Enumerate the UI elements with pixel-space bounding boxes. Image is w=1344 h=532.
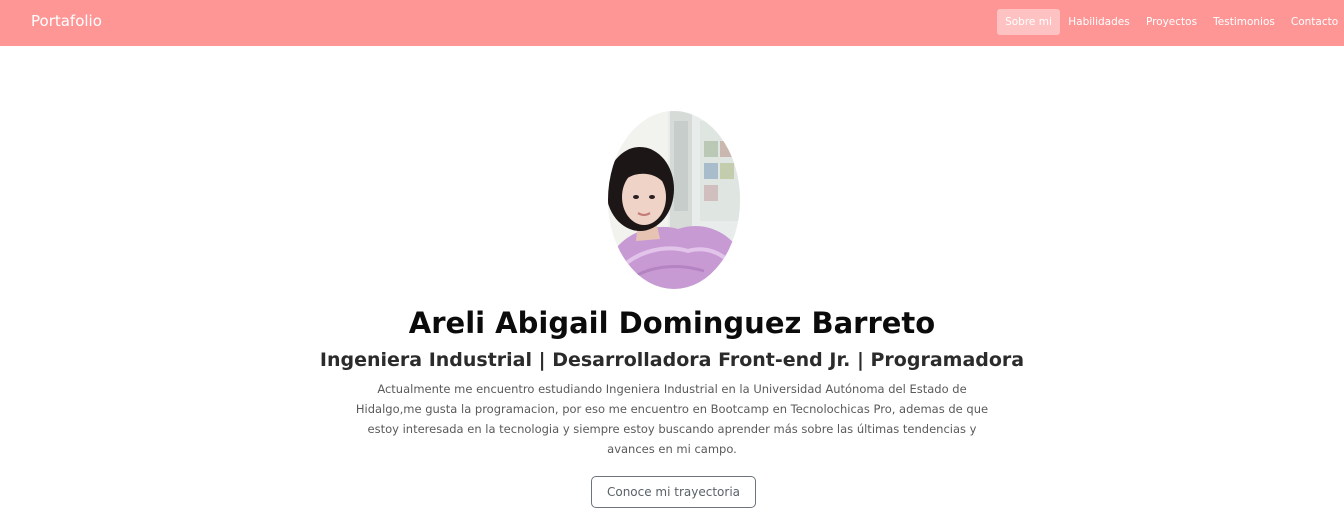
profile-name: Areli Abigail Dominguez Barreto (408, 306, 936, 340)
bio-line: Hidalgo,me gusta la programacion, por es… (355, 402, 989, 416)
profile-subtitle: Ingeniera Industrial | Desarrolladora Fr… (319, 349, 1025, 371)
nav-item-contacto[interactable]: Contacto (1287, 9, 1342, 35)
nav-item-testimonios[interactable]: Testimonios (1209, 9, 1279, 35)
nav-item-proyectos[interactable]: Proyectos (1142, 9, 1201, 35)
bio-line: Actualmente me encuentro estudiando Inge… (377, 382, 967, 396)
trajectory-button[interactable]: Conoce mi trayectoria (591, 476, 756, 508)
profile-photo (608, 111, 740, 289)
nav-item-habilidades[interactable]: Habilidades (1064, 9, 1134, 35)
profile-bio: Actualmente me encuentro estudiando Inge… (346, 379, 998, 459)
nav-item-sobre-mi[interactable]: Sobre mi (997, 9, 1060, 35)
bio-line: avances en mi campo. (607, 442, 737, 456)
navbar: Portafolio Sobre mi Habilidades Proyecto… (0, 0, 1344, 46)
bio-line: estoy interesada en la tecnologia y siem… (367, 422, 977, 436)
hero-section: Areli Abigail Dominguez Barreto Ingenier… (0, 46, 1344, 532)
brand-link[interactable]: Portafolio (31, 12, 102, 30)
